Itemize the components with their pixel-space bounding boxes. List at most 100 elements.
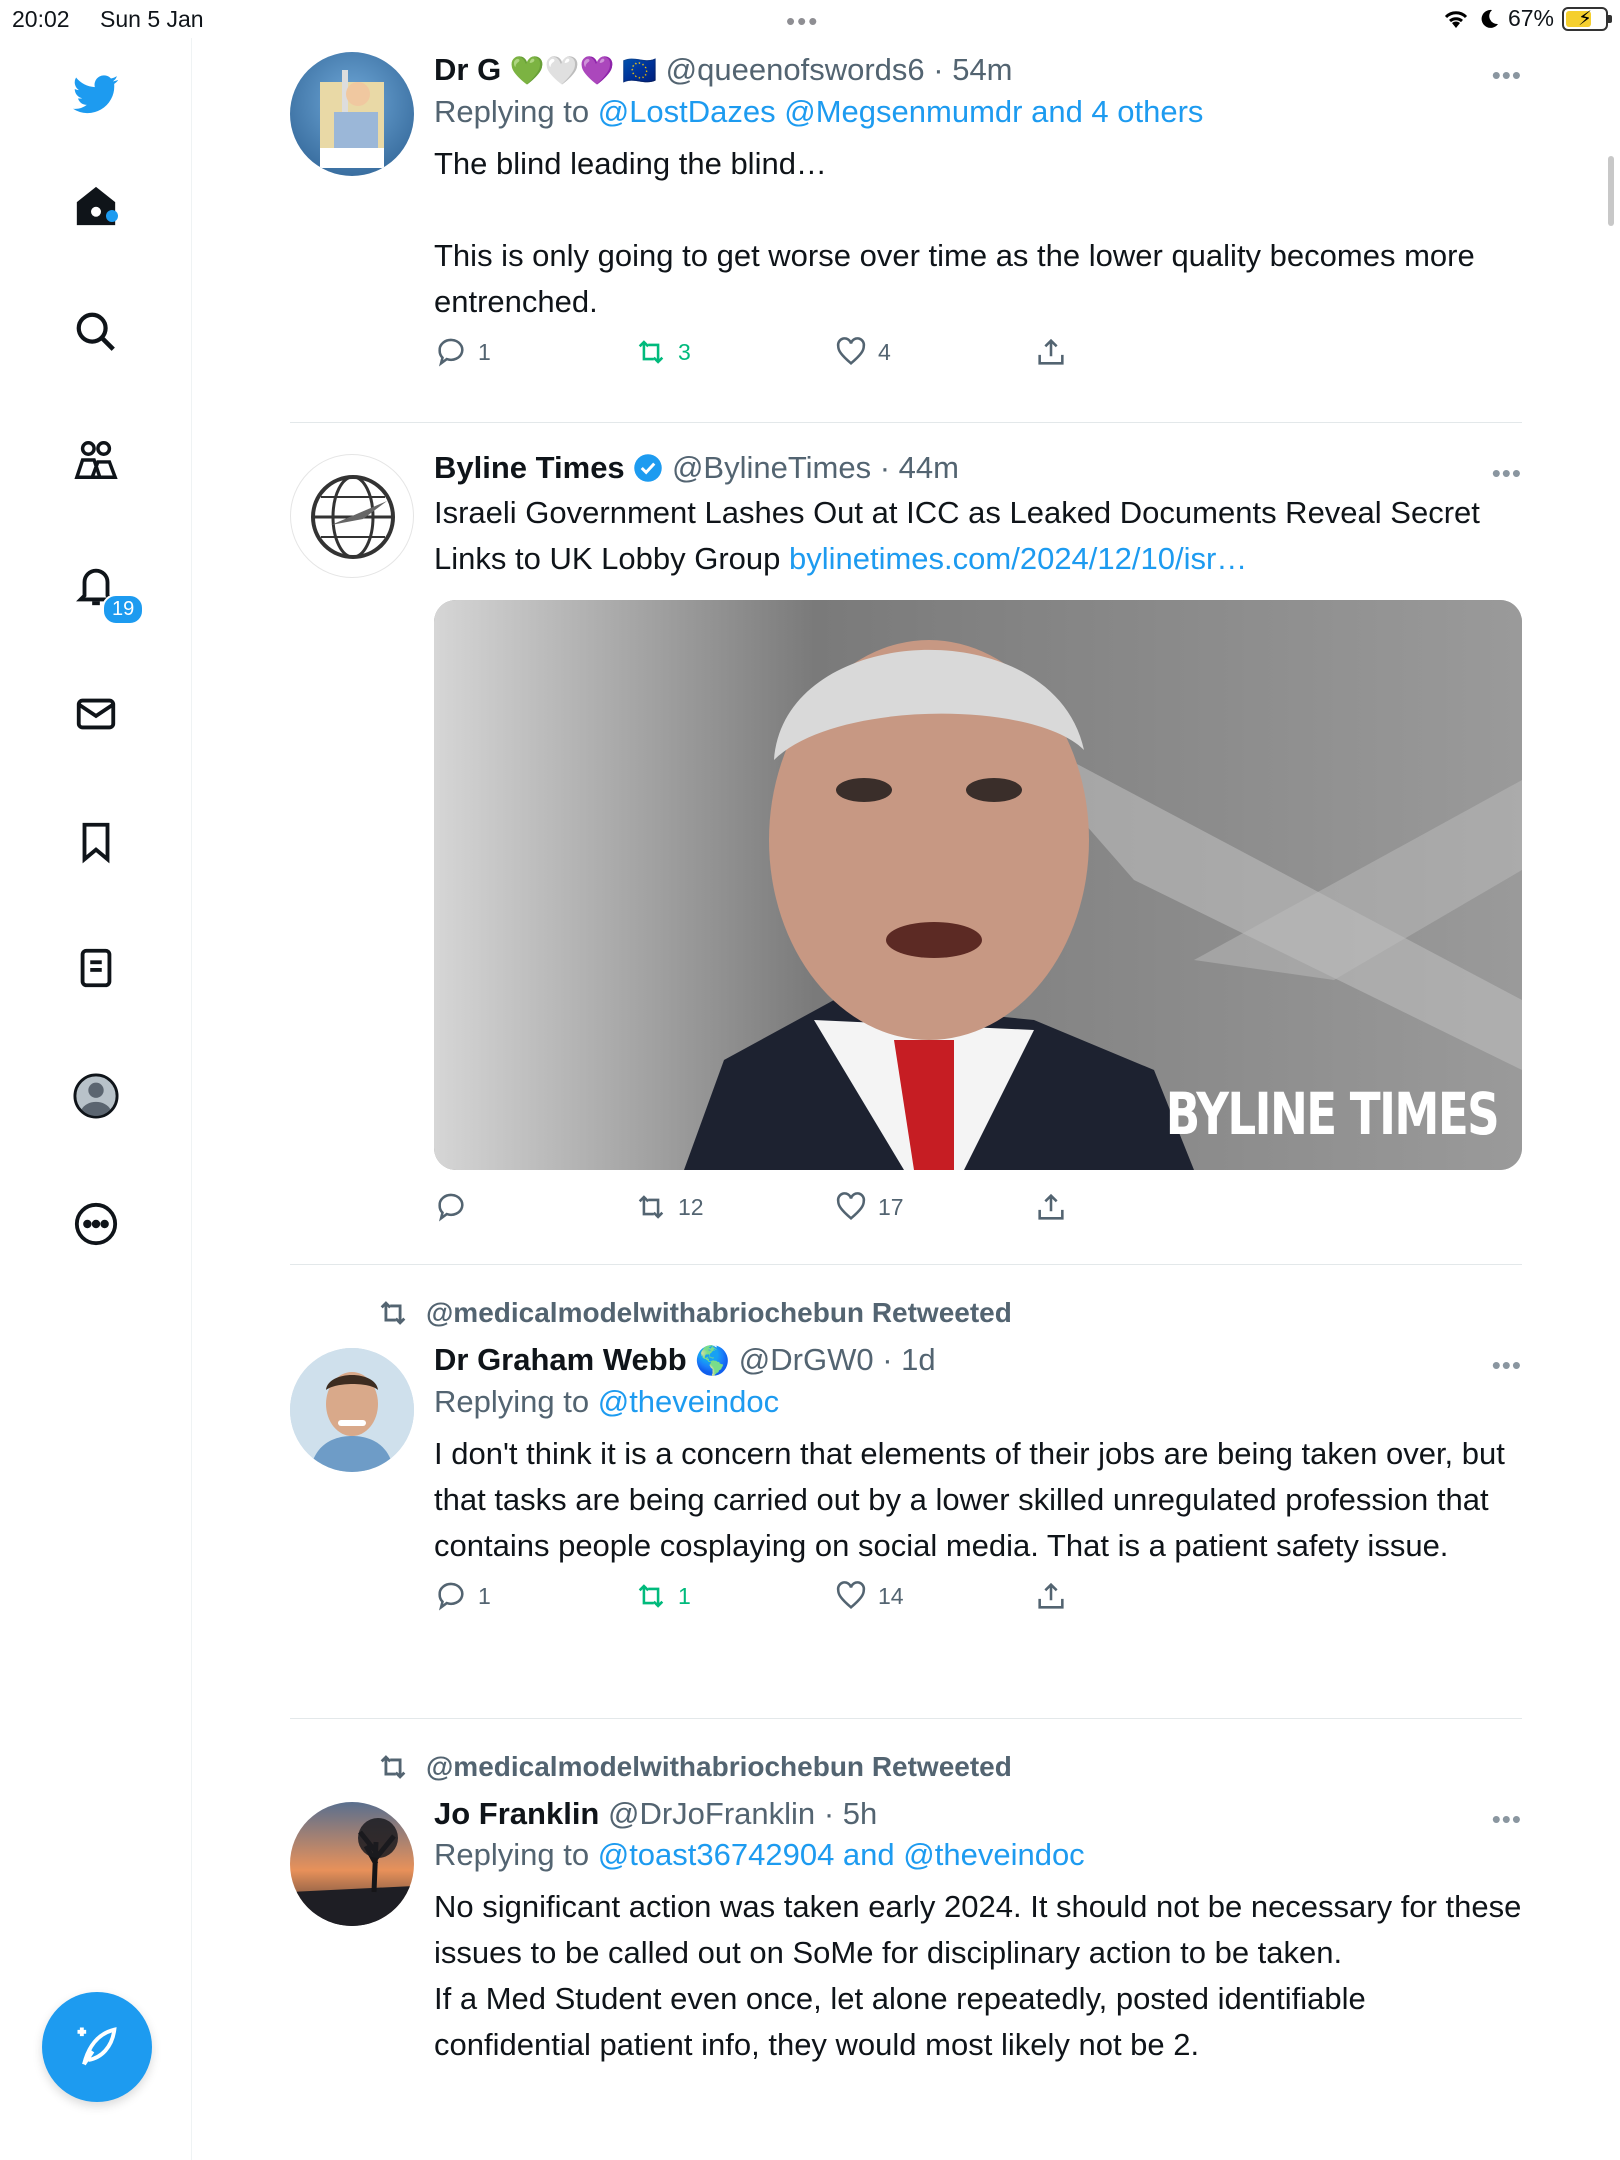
tweet-header: Byline Times @BylineTimes · 44m [434, 448, 1522, 488]
sidebar-nav: 19 [0, 38, 192, 2160]
home-icon[interactable] [70, 180, 122, 232]
replying-prefix: Replying to [434, 94, 598, 129]
battery-percent: 67% [1507, 5, 1554, 31]
tweet[interactable]: Byline Times @BylineTimes · 44m Israeli … [290, 448, 1522, 1238]
replying-to-links[interactable]: @LostDazes @Megsenmumdr and 4 others [598, 94, 1204, 129]
tweet-more-menu-icon[interactable]: ••• [1492, 458, 1522, 489]
article-link[interactable]: bylinetimes.com/2024/12/10/isr… [789, 541, 1247, 576]
replying-to: Replying to @toast36742904 and @theveind… [434, 1834, 1522, 1876]
tweet-time[interactable]: · 5h [824, 1796, 877, 1831]
reply-count: 1 [478, 1582, 491, 1609]
name-emojis: 💚🤍💜 🇪🇺 [509, 55, 658, 86]
tweet[interactable]: Jo Franklin @DrJoFranklin · 5h Replying … [290, 1794, 1522, 2160]
name-emojis: 🌎 [695, 1345, 731, 1376]
share-button[interactable] [1034, 1579, 1068, 1613]
compose-tweet-button[interactable] [42, 1992, 152, 2102]
tweet-more-menu-icon[interactable]: ••• [1492, 60, 1522, 91]
tweet-time[interactable]: · 44m [880, 450, 959, 485]
scrollbar[interactable] [1608, 156, 1614, 226]
avatar[interactable] [290, 1348, 414, 1472]
retweet-count: 12 [678, 1193, 704, 1220]
display-name[interactable]: Jo Franklin [434, 1796, 599, 1831]
share-icon [1038, 1582, 1064, 1609]
share-icon [1038, 1193, 1064, 1220]
reply-icon [438, 338, 464, 367]
more-options-icon[interactable] [70, 1198, 122, 1250]
twitter-logo-icon[interactable] [70, 68, 122, 120]
media-watermark: BYLINE TIMES [1165, 1080, 1500, 1148]
like-count: 17 [878, 1193, 904, 1220]
tweet-text: No significant action was taken early 20… [434, 1889, 1522, 2062]
tweet-text: The blind leading the blind… This is onl… [434, 146, 1475, 319]
reply-button[interactable]: 1 [434, 335, 491, 369]
heart-icon [836, 1581, 866, 1610]
replying-to-links[interactable]: @toast36742904 and @theveindoc [598, 1837, 1085, 1872]
replying-prefix: Replying to [434, 1384, 598, 1419]
user-handle[interactable]: @BylineTimes [672, 450, 871, 485]
replying-to: Replying to @LostDazes @Megsenmumdr and … [434, 91, 1522, 133]
profile-icon[interactable] [70, 1070, 122, 1122]
moon-icon [1481, 9, 1498, 28]
tweet[interactable]: Dr G 💚🤍💜 🇪🇺 @queenofswords6 · 54m Replyi… [290, 50, 1522, 390]
tweet-header: Dr G 💚🤍💜 🇪🇺 @queenofswords6 · 54m [434, 50, 1522, 91]
status-date: Sun 5 Jan [100, 6, 204, 32]
reply-icon [438, 1582, 464, 1611]
display-name[interactable]: Dr G [434, 52, 501, 87]
search-icon[interactable] [70, 306, 122, 358]
retweet-small-icon [380, 1301, 406, 1325]
avatar[interactable] [290, 52, 414, 176]
replying-to: Replying to @theveindoc [434, 1381, 1522, 1423]
avatar[interactable] [290, 454, 414, 578]
user-handle[interactable]: @DrJoFranklin [608, 1796, 815, 1831]
retweet-icon [638, 340, 664, 364]
display-name[interactable]: Byline Times [434, 450, 625, 485]
user-handle[interactable]: @DrGW0 [739, 1342, 874, 1377]
avatar[interactable] [290, 1802, 414, 1926]
retweet-icon [638, 1584, 664, 1608]
like-count: 4 [878, 338, 891, 365]
reply-button[interactable]: 1 [434, 1579, 491, 1613]
tweet-header: Jo Franklin @DrJoFranklin · 5h [434, 1794, 1522, 1834]
share-icon [1038, 338, 1064, 365]
retweeted-by[interactable]: @medicalmodelwithabriochebun Retweeted [376, 1750, 1012, 1784]
retweeted-by-label: @medicalmodelwithabriochebun Retweeted [426, 1751, 1012, 1782]
retweeted-by[interactable]: @medicalmodelwithabriochebun Retweeted [376, 1296, 1012, 1330]
tweet-more-menu-icon[interactable]: ••• [1492, 1804, 1522, 1835]
reply-icon [438, 1193, 464, 1222]
like-button[interactable]: 4 [834, 335, 891, 369]
retweet-button[interactable]: 12 [634, 1190, 704, 1224]
user-handle[interactable]: @queenofswords6 [666, 52, 925, 87]
tweet-time[interactable]: · 1d [882, 1342, 935, 1377]
retweet-count: 3 [678, 338, 691, 365]
like-count: 14 [878, 1582, 904, 1609]
messages-icon[interactable] [70, 688, 122, 740]
wifi-icon [1444, 10, 1468, 28]
status-right: 67% ⚡ [1442, 5, 1612, 32]
tweet-divider [290, 422, 1522, 423]
battery-icon: ⚡ [1562, 6, 1612, 31]
retweet-count: 1 [678, 1582, 691, 1609]
share-button[interactable] [1034, 335, 1068, 369]
replying-to-links[interactable]: @theveindoc [598, 1384, 779, 1419]
home-new-indicator [106, 210, 118, 222]
tweet-more-menu-icon[interactable]: ••• [1492, 1350, 1522, 1381]
communities-icon[interactable] [70, 434, 122, 486]
display-name[interactable]: Dr Graham Webb [434, 1342, 687, 1377]
tweet-divider [290, 1718, 1522, 1719]
share-button[interactable] [1034, 1190, 1068, 1224]
tweet-media-image[interactable]: BYLINE TIMES [434, 600, 1522, 1170]
tweet-time[interactable]: · 54m [933, 52, 1012, 87]
verified-badge-icon [634, 454, 663, 482]
multitasking-dots-icon[interactable]: ••• [786, 6, 819, 37]
bookmarks-icon[interactable] [70, 816, 122, 868]
retweet-button[interactable]: 3 [634, 335, 691, 369]
status-bar: 20:02 Sun 5 Jan ••• 67% ⚡ [0, 0, 1620, 38]
tweet-actions: 1 1 14 [434, 1579, 1522, 1625]
reply-button[interactable] [434, 1190, 478, 1224]
lists-icon[interactable] [70, 942, 122, 994]
like-button[interactable]: 17 [834, 1190, 904, 1224]
retweet-button[interactable]: 1 [634, 1579, 691, 1613]
retweet-small-icon [380, 1755, 406, 1779]
like-button[interactable]: 14 [834, 1579, 904, 1613]
tweet[interactable]: Dr Graham Webb 🌎 @DrGW0 · 1d Replying to… [290, 1340, 1522, 1690]
